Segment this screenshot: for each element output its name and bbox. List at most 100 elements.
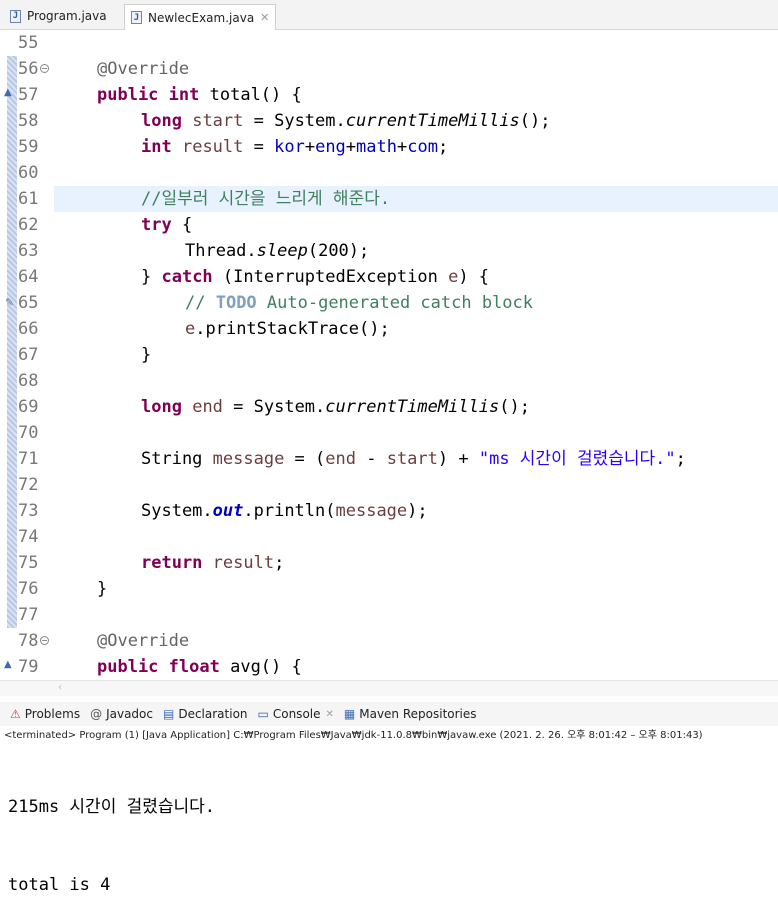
tab-problems[interactable]: ⚠ Problems — [10, 707, 80, 721]
fold-collapse-icon[interactable]: − — [40, 64, 49, 73]
code-text: e.printStackTrace(); — [185, 319, 390, 339]
tab-console[interactable]: ▭ Console ✕ — [258, 707, 334, 721]
current-code-line: 61 //일부러 시간을 느리게 해준다. — [0, 186, 778, 212]
line-number: 59 — [18, 137, 39, 157]
console-status: <terminated> Program (1) [Java Applicati… — [4, 730, 703, 741]
code-line: 58 long start = System.currentTimeMillis… — [0, 108, 778, 134]
editor-tab-bar: J Program.java J NewlecExam.java ✕ — [0, 0, 778, 30]
line-number: 67 — [18, 345, 39, 365]
tab-label: Console — [272, 707, 321, 721]
code-text: System.out.println(message); — [141, 501, 428, 521]
line-number: 60 — [18, 163, 39, 183]
code-editor[interactable]: 55 56 − @Override ▲ 57 public int total(… — [0, 30, 778, 680]
close-icon[interactable]: ✕ — [326, 709, 334, 720]
code-line: 69 long end = System.currentTimeMillis()… — [0, 394, 778, 420]
code-text: public int total() { — [97, 85, 302, 105]
code-line: 59 int result = kor+eng+math+com; — [0, 134, 778, 160]
maven-icon: ▦ — [343, 707, 356, 721]
code-line: 76 } — [0, 576, 778, 602]
code-line: 63 Thread.sleep(200); — [0, 238, 778, 264]
code-line: ▲ 79 public float avg() { — [0, 654, 778, 680]
code-text: String message = (end - start) + "ms 시간이… — [141, 449, 686, 469]
line-number: 56 — [18, 59, 39, 79]
line-number: 62 — [18, 215, 39, 235]
tab-program-java[interactable]: J Program.java — [4, 4, 113, 28]
override-marker-icon[interactable]: ▲ — [4, 87, 12, 98]
scroll-left-icon[interactable]: ‹ — [58, 681, 62, 695]
line-number: 75 — [18, 553, 39, 573]
console-output[interactable]: 215ms 시간이 걸렸습니다. total is 4 — [8, 742, 215, 924]
code-line: 68 — [0, 368, 778, 394]
horizontal-scrollbar[interactable]: ‹ — [0, 680, 778, 696]
line-number: 69 — [18, 397, 39, 417]
code-line: 60 — [0, 160, 778, 186]
tab-newlecexam-java[interactable]: J NewlecExam.java ✕ — [124, 4, 277, 30]
code-line: 67 } — [0, 342, 778, 368]
code-line: 71 String message = (end - start) + "ms … — [0, 446, 778, 472]
code-line: 56 − @Override — [0, 56, 778, 82]
line-number: 63 — [18, 241, 39, 261]
quick-diff-ruler — [7, 56, 17, 628]
line-number: 66 — [18, 319, 39, 339]
tab-javadoc[interactable]: @ Javadoc — [90, 707, 153, 721]
tab-label: Javadoc — [106, 707, 153, 721]
code-line: ▲ 57 public int total() { — [0, 82, 778, 108]
line-number: 76 — [18, 579, 39, 599]
close-icon[interactable]: ✕ — [260, 11, 269, 24]
code-text: public float avg() { — [97, 657, 302, 677]
line-number: 79 — [18, 657, 39, 677]
code-line: 74 — [0, 524, 778, 550]
code-text: // TODO Auto-generated catch block — [185, 293, 534, 313]
fold-collapse-icon[interactable]: − — [40, 636, 49, 645]
line-number: 74 — [18, 527, 39, 547]
line-number: 70 — [18, 423, 39, 443]
tab-declaration[interactable]: ▤ Declaration — [163, 707, 248, 721]
code-text: long end = System.currentTimeMillis(); — [141, 397, 530, 417]
line-number: 61 — [18, 189, 39, 209]
console-line: 215ms 시간이 걸렸습니다. — [8, 797, 215, 817]
line-number: 73 — [18, 501, 39, 521]
code-line: 77 — [0, 602, 778, 628]
code-text: @Override — [97, 631, 190, 651]
tab-label: NewlecExam.java — [148, 10, 255, 25]
java-file-icon: J — [131, 11, 142, 24]
tab-maven-repositories[interactable]: ▦ Maven Repositories — [344, 707, 477, 721]
tab-label: Problems — [24, 707, 81, 721]
code-text: Thread.sleep(200); — [185, 241, 370, 261]
line-number: 68 — [18, 371, 39, 391]
code-line: 66 e.printStackTrace(); — [0, 316, 778, 342]
code-text: long start = System.currentTimeMillis(); — [141, 111, 551, 131]
console-icon: ▭ — [257, 707, 269, 721]
code-line: 75 return result; — [0, 550, 778, 576]
code-text: //일부러 시간을 느리게 해준다. — [141, 189, 391, 209]
code-line: 70 — [0, 420, 778, 446]
line-number: 55 — [18, 33, 39, 53]
declaration-icon: ▤ — [162, 707, 175, 721]
task-marker-icon[interactable]: ✎ — [5, 296, 14, 309]
code-line: 72 — [0, 472, 778, 498]
line-number: 58 — [18, 111, 39, 131]
problems-icon: ⚠ — [10, 707, 21, 721]
code-line: 62 try { — [0, 212, 778, 238]
code-line: 64 } catch (InterruptedException e) { — [0, 264, 778, 290]
code-line: 55 — [0, 30, 778, 56]
code-text: } catch (InterruptedException e) { — [141, 267, 490, 287]
view-tab-bar: ⚠ Problems @ Javadoc ▤ Declaration ▭ Con… — [0, 702, 778, 726]
console-line: total is 4 — [8, 875, 111, 895]
tab-label: Declaration — [178, 707, 248, 721]
line-number: 71 — [18, 449, 39, 469]
line-number: 78 — [18, 631, 39, 651]
line-number: 77 — [18, 605, 39, 625]
javadoc-icon: @ — [90, 707, 103, 721]
code-line: ✎ 65 // TODO Auto-generated catch block — [0, 290, 778, 316]
code-text: return result; — [141, 553, 285, 573]
code-text: @Override — [97, 59, 190, 79]
line-number: 65 — [18, 293, 39, 313]
code-text: } — [97, 579, 108, 599]
code-text: } — [141, 345, 152, 365]
java-file-icon: J — [10, 9, 21, 23]
override-marker-icon[interactable]: ▲ — [4, 659, 12, 670]
line-number: 57 — [18, 85, 39, 105]
line-number: 64 — [18, 267, 39, 287]
line-number: 72 — [18, 475, 39, 495]
